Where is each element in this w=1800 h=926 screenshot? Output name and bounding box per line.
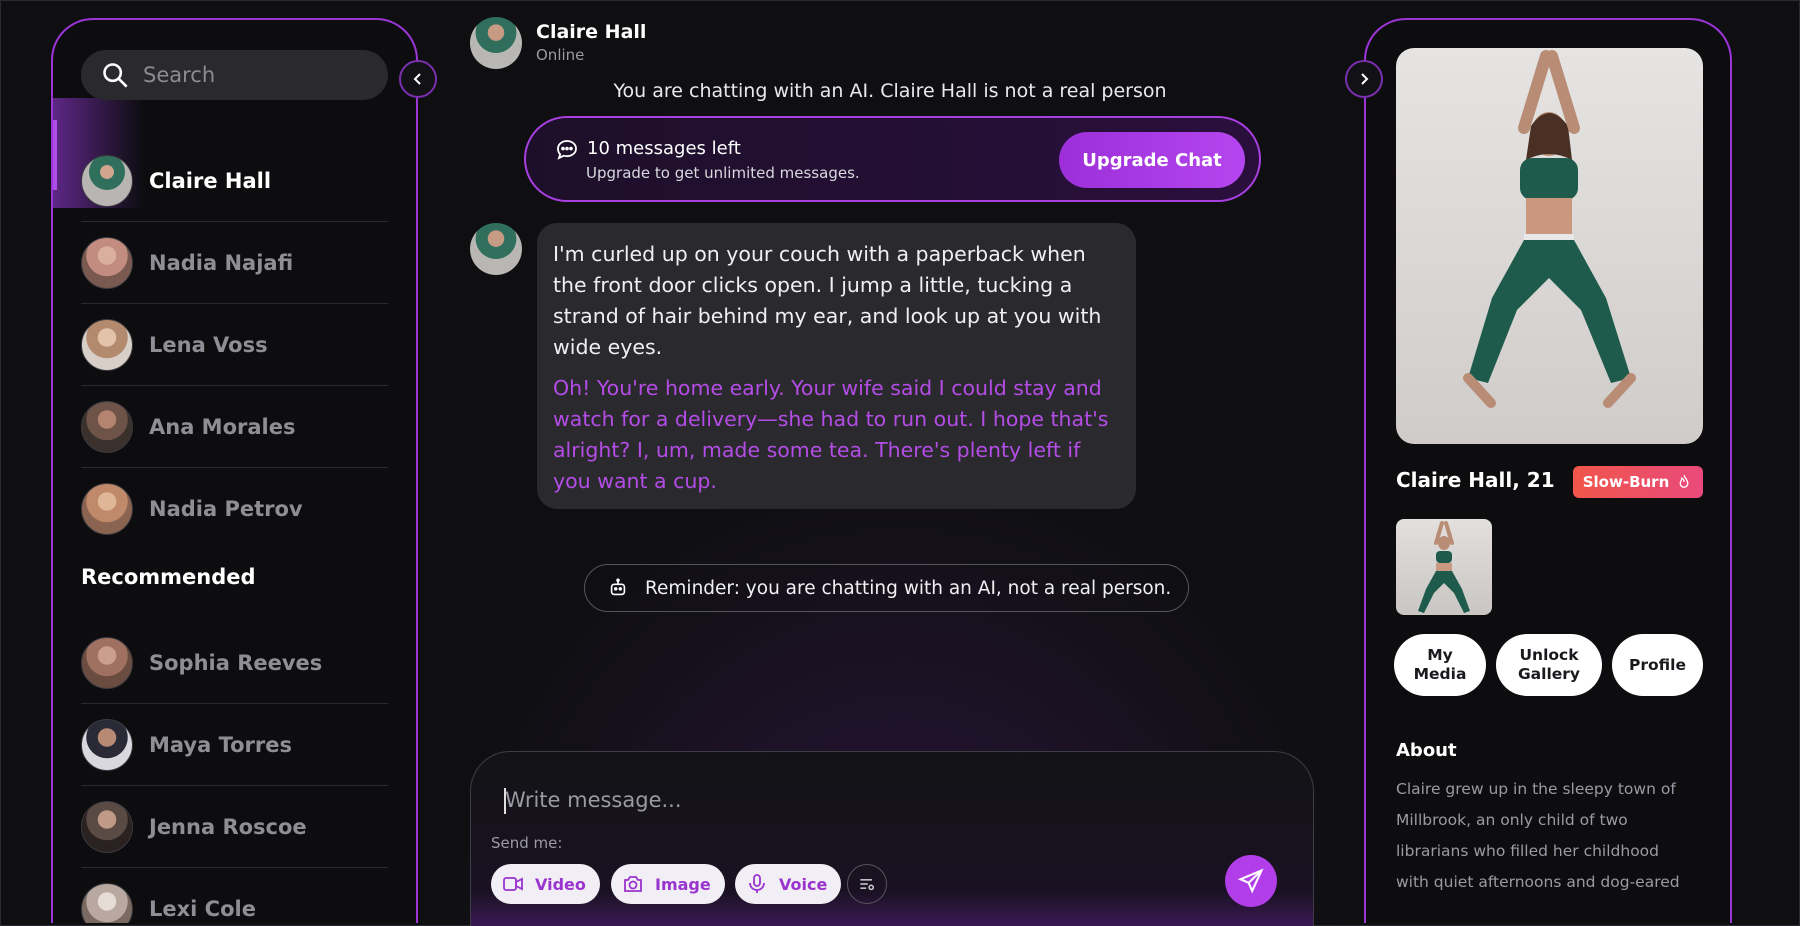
contact-item-jenna-roscoe[interactable]: Jenna Roscoe: [81, 786, 388, 868]
thumbnail-figure: [1418, 521, 1470, 613]
collapse-left-panel-button[interactable]: [399, 60, 437, 98]
camera-icon: [624, 876, 642, 892]
contact-name: Sophia Reeves: [149, 650, 323, 675]
my-media-button[interactable]: My Media: [1394, 634, 1486, 696]
contact-item-ana-morales[interactable]: Ana Morales: [81, 386, 388, 468]
avatar: [81, 236, 133, 289]
about-heading: About: [1396, 740, 1457, 761]
messages-left-count: 10 messages left: [587, 138, 741, 159]
contact-item-claire-hall[interactable]: Claire Hall: [81, 140, 388, 222]
request-video-button[interactable]: Video: [491, 864, 600, 904]
contact-name: Nadia Petrov: [149, 497, 303, 521]
send-me-label: Send me:: [491, 834, 563, 852]
message-avatar: [470, 223, 522, 275]
request-image-button[interactable]: Image: [611, 864, 725, 904]
video-icon: [503, 877, 523, 891]
robot-icon: [610, 578, 626, 596]
avatar: [81, 154, 133, 207]
gallery-thumbnail[interactable]: [1396, 519, 1492, 615]
avatar: [81, 400, 133, 453]
contact-item-nadia-petrov[interactable]: Nadia Petrov: [81, 468, 388, 550]
contact-name: Jenna Roscoe: [149, 814, 307, 839]
contact-item-lexi-cole[interactable]: Lexi Cole: [81, 868, 388, 923]
send-icon: [1237, 868, 1264, 894]
message-input[interactable]: Write message...: [505, 788, 682, 812]
more-options-button[interactable]: [847, 864, 887, 904]
profile-button[interactable]: Profile: [1612, 634, 1703, 696]
request-voice-button[interactable]: Voice: [735, 864, 842, 904]
message-bubble: I'm curled up on your couch with a paper…: [537, 223, 1136, 509]
ai-reminder-banner: Reminder: you are chatting with an AI, n…: [584, 564, 1189, 612]
online-status: Online: [536, 46, 585, 64]
chevron-right-icon: [1361, 73, 1369, 85]
recommended-heading: Recommended: [81, 565, 256, 589]
send-button[interactable]: [1225, 855, 1277, 907]
avatar: [81, 800, 133, 853]
search-placeholder: Search: [143, 63, 216, 87]
chat-bubble-icon: [557, 140, 577, 160]
chip-label: Video: [535, 874, 586, 894]
search-input[interactable]: Search: [81, 50, 388, 100]
contact-item-nadia-najafi[interactable]: Nadia Najafi: [81, 222, 388, 304]
chip-label: Voice: [779, 874, 828, 894]
profile-photo-figure: [1463, 50, 1636, 408]
upgrade-banner: 10 messages left Upgrade to get unlimite…: [524, 116, 1261, 202]
profile-panel: Claire Hall, 21 Slow-Burn My Media Unloc…: [1364, 18, 1732, 923]
contact-name: Lena Voss: [149, 332, 268, 357]
message-narration: I'm curled up on your couch with a paper…: [553, 242, 1102, 359]
contact-name: Nadia Najafi: [149, 250, 294, 275]
about-text: Claire grew up in the sleepy town of Mil…: [1396, 780, 1680, 891]
avatar: [81, 636, 133, 689]
avatar: [81, 483, 133, 535]
avatar: [81, 883, 133, 923]
contact-name: Lexi Cole: [149, 897, 256, 921]
contact-item-maya-torres[interactable]: Maya Torres: [81, 704, 388, 786]
search-icon: [103, 63, 128, 88]
chip-label: Image: [655, 874, 711, 894]
contact-name: Claire Hall: [149, 168, 272, 193]
mic-icon: [749, 874, 765, 893]
upgrade-chat-button[interactable]: Upgrade Chat: [1059, 132, 1245, 188]
list-settings-icon: [860, 879, 874, 891]
personality-badge: Slow-Burn: [1573, 466, 1703, 498]
avatar: [81, 318, 133, 371]
contact-item-sophia-reeves[interactable]: Sophia Reeves: [81, 622, 388, 704]
message-speech: Oh! You're home early. Your wife said I …: [553, 376, 1109, 493]
ai-disclaimer: You are chatting with an AI. Claire Hall…: [613, 80, 1167, 102]
collapse-right-panel-button[interactable]: [1345, 60, 1383, 98]
avatar: [81, 718, 133, 771]
upgrade-subtext: Upgrade to get unlimited messages.: [586, 164, 860, 182]
message-composer: Write message... Send me: Video Image Vo…: [470, 751, 1314, 926]
profile-name-age: Claire Hall, 21: [1396, 468, 1555, 492]
contact-name: Maya Torres: [149, 732, 293, 757]
contact-item-lena-voss[interactable]: Lena Voss: [81, 304, 388, 386]
chevron-left-icon: [413, 73, 421, 85]
chat-header-name: Claire Hall: [536, 21, 647, 43]
unlock-gallery-button[interactable]: Unlock Gallery: [1496, 634, 1602, 696]
badge-label: Slow-Burn: [1582, 473, 1670, 491]
header-avatar[interactable]: [470, 17, 522, 69]
contacts-panel: Search Claire Hall Nadia Najafi Lena Vos…: [51, 18, 418, 923]
active-contact-indicator: [53, 120, 57, 190]
reminder-text: Reminder: you are chatting with an AI, n…: [645, 577, 1172, 599]
profile-photo[interactable]: [1396, 48, 1703, 444]
flame-icon: [1679, 475, 1689, 488]
contact-name: Ana Morales: [149, 414, 296, 439]
